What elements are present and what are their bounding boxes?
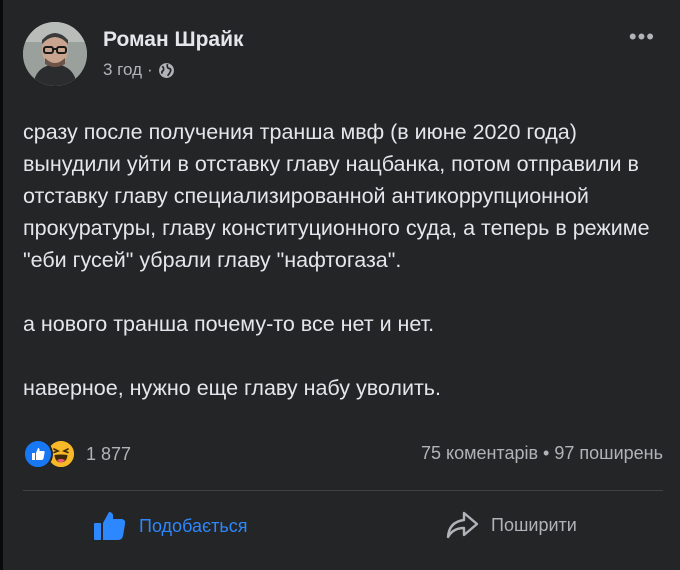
post-meta: 3 год ·	[103, 60, 175, 80]
post-paragraph: сразу после получения транша мвф (в июне…	[23, 120, 650, 272]
post-actions: Подобається Поширити	[23, 502, 663, 552]
like-button[interactable]: Подобається	[93, 510, 248, 542]
share-label: Поширити	[491, 514, 577, 535]
meta-separator: ·	[147, 60, 153, 79]
avatar[interactable]	[23, 22, 87, 86]
thumbs-up-icon	[23, 439, 53, 469]
reactions-summary[interactable]: 1 877	[23, 439, 131, 469]
globe-icon	[158, 62, 174, 78]
engagement-counts: 75 коментарів • 97 поширень	[421, 443, 663, 464]
post-paragraph: наверное, нужно еще главу набу уволить.	[23, 376, 441, 400]
share-arrow-icon	[446, 511, 479, 539]
comments-count[interactable]: 75 коментарів	[421, 443, 538, 463]
post-time[interactable]: 3 год	[103, 60, 142, 80]
reaction-count: 1 877	[86, 443, 132, 464]
actions-divider	[23, 490, 663, 491]
shares-count[interactable]: 97 поширень	[554, 443, 663, 463]
author-name[interactable]: Роман Шрайк	[103, 28, 244, 52]
share-button[interactable]: Поширити	[445, 510, 577, 540]
avatar-photo	[23, 22, 87, 86]
post-card: Роман Шрайк 3 год · ••• сразу после полу…	[0, 0, 680, 570]
thumbs-up-icon	[94, 512, 126, 540]
post-header: Роман Шрайк 3 год · •••	[23, 22, 663, 88]
post-body: сразу после получения транша мвф (в июне…	[23, 116, 663, 436]
stats-separator: •	[543, 443, 550, 463]
post-paragraph: а нового транша почему-то все нет и нет.	[23, 312, 435, 336]
post-stats: 1 877 75 коментарів • 97 поширень	[23, 436, 663, 469]
like-label: Подобається	[139, 515, 248, 536]
post-menu-button[interactable]: •••	[629, 24, 655, 50]
